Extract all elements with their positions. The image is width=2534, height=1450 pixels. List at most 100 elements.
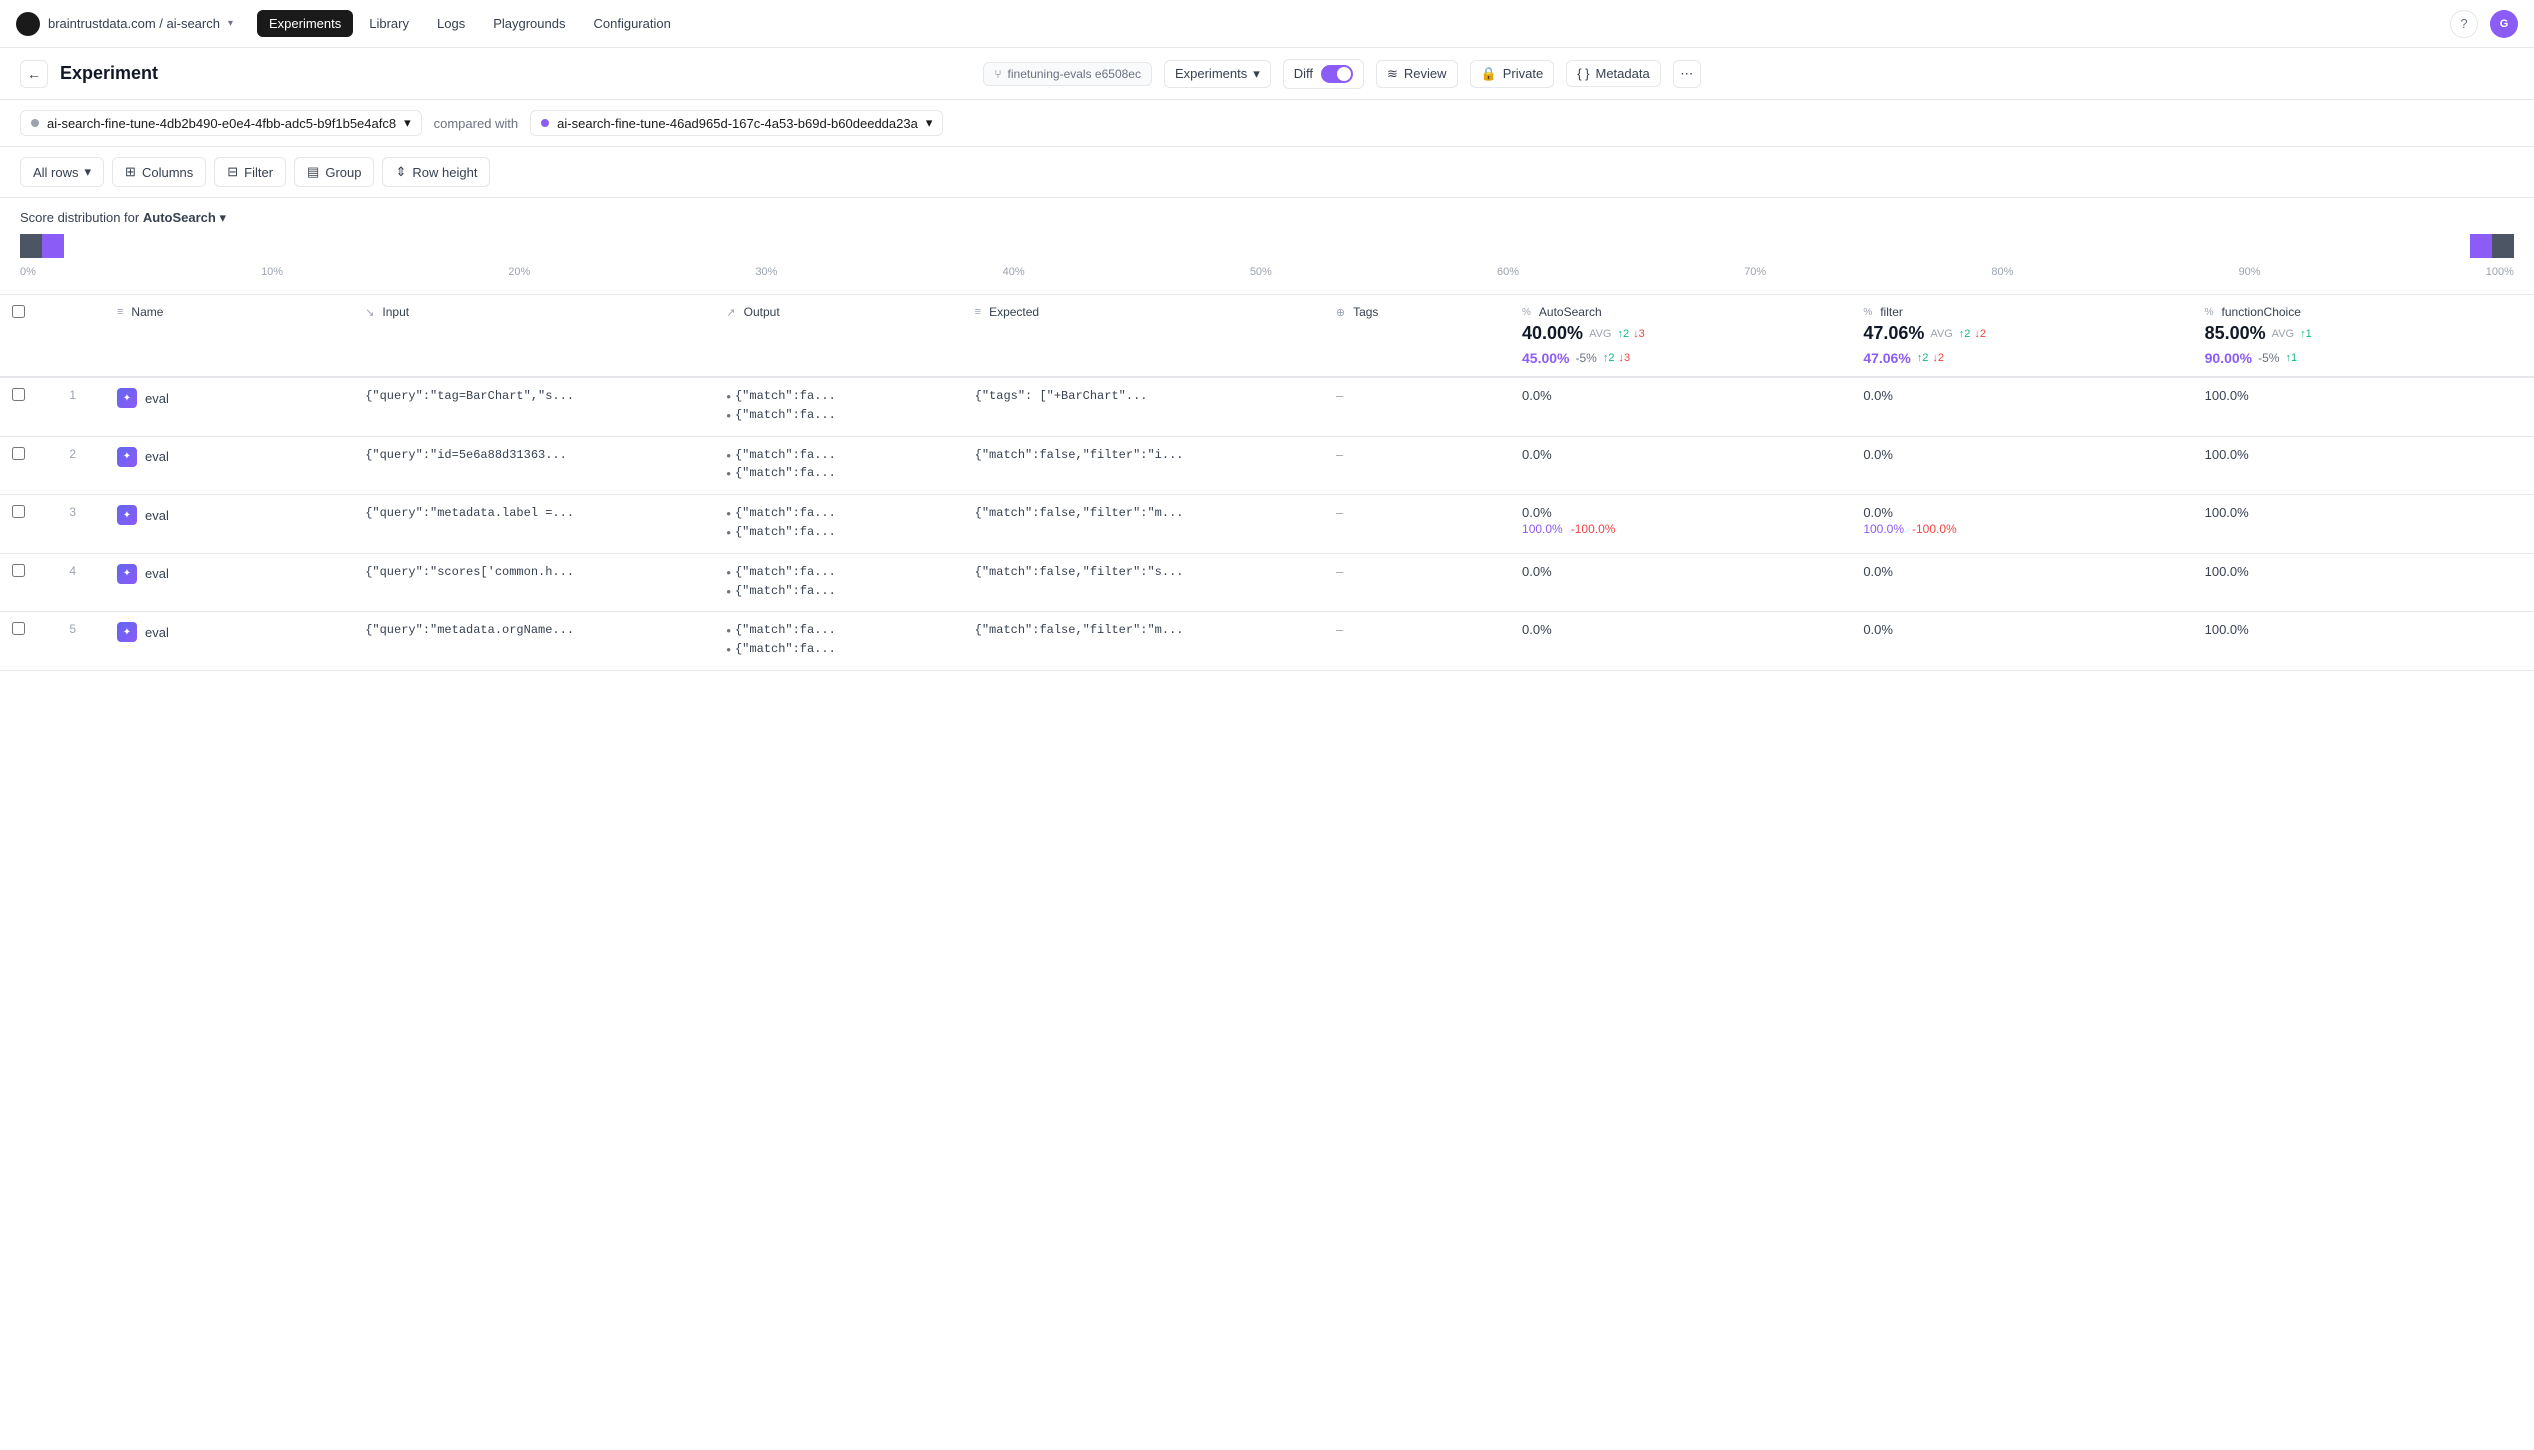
nav-item-logs[interactable]: Logs (425, 10, 477, 37)
nav-item-experiments[interactable]: Experiments (257, 10, 353, 37)
output-col-icon: ↗ (726, 306, 735, 319)
name-cell-inner: ✦ eval (117, 388, 341, 408)
row-output-cell: • {"match":fa... • {"match":fa... (714, 612, 962, 671)
row-height-button[interactable]: ⇕ Row height (382, 157, 490, 187)
th-functionchoice[interactable]: % functionChoice 85.00% AVG ↑1 90.00% -5… (2193, 295, 2534, 377)
filter-score: 0.0% (1863, 447, 1893, 462)
functionchoice-score: 100.0% (2205, 388, 2249, 403)
scale-90: 90% (2239, 266, 2261, 278)
th-expected[interactable]: ≡ Expected (963, 295, 1324, 377)
avatar[interactable]: G (2490, 10, 2518, 38)
filter-compare-badges: ↑2 ↓2 (1917, 352, 1944, 364)
nav-item-configuration[interactable]: Configuration (581, 10, 682, 37)
scale-0: 0% (20, 266, 36, 278)
group-button[interactable]: ▤ Group (294, 157, 374, 187)
functionchoice-up-badge: ↑1 (2300, 328, 2312, 340)
page-title: Experiment (60, 63, 158, 84)
output-text-2: {"match":fa... (735, 407, 836, 424)
output-text-1: {"match":fa... (735, 505, 836, 522)
filter-score-row: 0.0% (1863, 388, 2180, 403)
scale-10: 10% (261, 266, 283, 278)
table-row: 4 ✦ eval {"query":"scores['common.h... •… (0, 553, 2534, 612)
autosearch-score: 0.0% (1522, 388, 1552, 403)
th-tags[interactable]: ⊕ Tags (1324, 295, 1510, 377)
git-icon: ⑂ (994, 67, 1001, 81)
row-filter-cell: 0.0% 100.0% -100.0% (1851, 495, 2192, 554)
filter-avg-badges: ↑2 ↓2 (1959, 328, 1986, 340)
experiment-2-chip[interactable]: ai-search-fine-tune-46ad965d-167c-4a53-b… (530, 110, 943, 136)
expected-text: {"match":false,"filter":"s... (975, 564, 1312, 581)
functionchoice-score: 100.0% (2205, 564, 2249, 579)
bullet-dot: • (726, 448, 731, 463)
diff-toggle-switch[interactable] (1321, 65, 1353, 83)
private-button[interactable]: 🔒 Private (1470, 60, 1555, 88)
scale-30: 30% (755, 266, 777, 278)
row-number: 2 (57, 436, 105, 495)
scale-40: 40% (1003, 266, 1025, 278)
metadata-button[interactable]: { } Metadata (1566, 60, 1661, 87)
bullet-dot-2: • (726, 525, 731, 540)
bullet-dot-2: • (726, 466, 731, 481)
functionchoice-score: 100.0% (2205, 622, 2249, 637)
score-distribution: Score distribution for AutoSearch ▾ 0% 1… (0, 198, 2534, 295)
score-dist-chevron-icon[interactable]: ▾ (219, 210, 226, 225)
th-output[interactable]: ↗ Output (714, 295, 962, 377)
name-cell-inner: ✦ eval (117, 505, 341, 525)
all-rows-button[interactable]: All rows ▾ (20, 157, 104, 187)
row-checkbox-cell (0, 377, 57, 436)
data-table: ≡ Name ↘ Input ↗ Output (0, 295, 2534, 671)
help-button[interactable]: ? (2450, 10, 2478, 38)
brand-area[interactable]: braintrustdata.com / ai-search ▾ (16, 12, 233, 36)
columns-button[interactable]: ⊞ Columns (112, 157, 206, 187)
output-bullet-2: • {"match":fa... (726, 641, 950, 658)
dist-seg-purple-right (2470, 234, 2492, 258)
row-checkbox[interactable] (12, 447, 25, 460)
row-checkbox[interactable] (12, 505, 25, 518)
row-name-cell: ✦ eval (105, 553, 353, 612)
row-checkbox[interactable] (12, 564, 25, 577)
functionchoice-score-row: 100.0% (2205, 388, 2522, 403)
autosearch-score: 0.0% (1522, 564, 1552, 579)
output-bullet-1: • {"match":fa... (726, 622, 950, 639)
group-icon: ▤ (307, 164, 319, 180)
scale-20: 20% (508, 266, 530, 278)
more-button[interactable]: ⋯ (1673, 60, 1701, 88)
filter-compare-row: 47.06% ↑2 ↓2 (1863, 350, 2180, 366)
row-number: 3 (57, 495, 105, 554)
experiment-1-chip[interactable]: ai-search-fine-tune-4db2b490-e0e4-4fbb-a… (20, 110, 422, 136)
th-filter[interactable]: % filter 47.06% AVG ↑2 ↓2 47.06% (1851, 295, 2192, 377)
functionchoice-compare-val: 90.00% (2205, 350, 2252, 366)
exp1-dot (31, 119, 39, 127)
th-input[interactable]: ↘ Input (353, 295, 714, 377)
row-output-cell: • {"match":fa... • {"match":fa... (714, 436, 962, 495)
select-all-checkbox[interactable] (12, 305, 25, 318)
tags-dash: – (1336, 622, 1343, 637)
row-autosearch-cell: 0.0% (1510, 612, 1851, 671)
output-text-1: {"match":fa... (735, 388, 836, 405)
nav-item-playgrounds[interactable]: Playgrounds (481, 10, 577, 37)
experiments-dropdown[interactable]: Experiments ▾ (1164, 60, 1271, 88)
compared-label: compared with (434, 116, 519, 131)
row-name-cell: ✦ eval (105, 436, 353, 495)
toggle-knob (1337, 67, 1351, 81)
exp1-label: ai-search-fine-tune-4db2b490-e0e4-4fbb-a… (47, 116, 396, 131)
nav-item-library[interactable]: Library (357, 10, 421, 37)
back-button[interactable]: ← (20, 60, 48, 88)
name-col-icon: ≡ (117, 306, 123, 318)
eval-icon: ✦ (117, 564, 137, 584)
autosearch-score: 0.0% (1522, 505, 1552, 520)
top-navigation: braintrustdata.com / ai-search ▾ Experim… (0, 0, 2534, 48)
diff-toggle[interactable]: Diff (1283, 59, 1364, 89)
review-button[interactable]: ≋ Review (1376, 60, 1458, 88)
score-dist-label: Score distribution for AutoSearch ▾ (20, 210, 2514, 226)
autosearch-score-row: 0.0% (1522, 447, 1839, 462)
th-name[interactable]: ≡ Name (105, 295, 353, 377)
row-checkbox[interactable] (12, 388, 25, 401)
eval-label: eval (145, 625, 169, 640)
row-checkbox[interactable] (12, 622, 25, 635)
th-autosearch[interactable]: % AutoSearch 40.00% AVG ↑2 ↓3 45.00% -5% (1510, 295, 1851, 377)
filter-button[interactable]: ⊟ Filter (214, 157, 286, 187)
row-functionchoice-cell: 100.0% (2193, 436, 2534, 495)
row-number: 4 (57, 553, 105, 612)
th-num (57, 295, 105, 377)
